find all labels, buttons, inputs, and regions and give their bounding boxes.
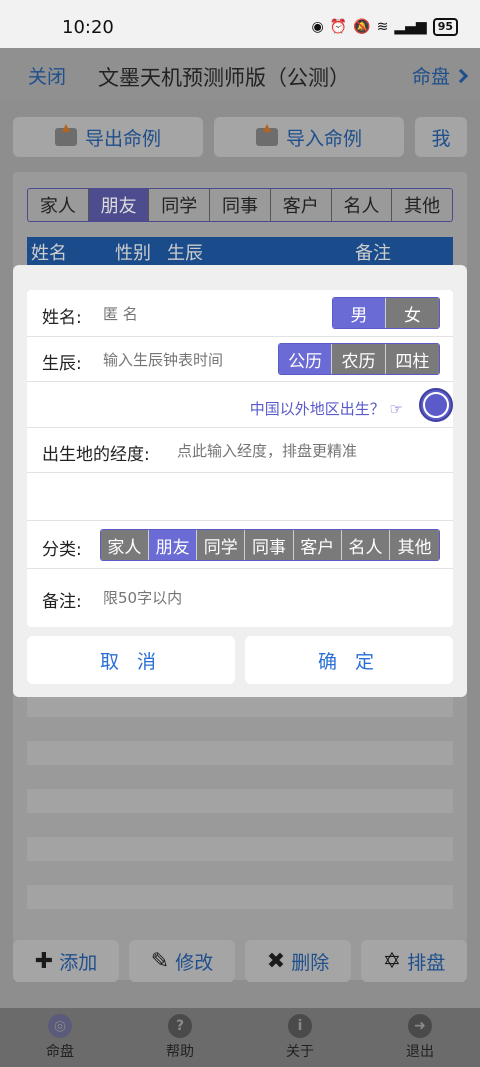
cross-icon: ✖ bbox=[266, 948, 286, 974]
tab-chart[interactable]: ◎ 命盘 bbox=[20, 1014, 100, 1061]
category-filter-item[interactable]: 朋友 bbox=[88, 189, 150, 221]
export-icon bbox=[54, 124, 77, 146]
category-option[interactable]: 其他 bbox=[390, 530, 439, 560]
plus-icon: ✚ bbox=[34, 948, 54, 974]
case-rows bbox=[27, 693, 453, 933]
longitude-label: 出生地的经度: bbox=[42, 445, 150, 465]
new-case-dialog: 姓名: 男 女 生辰: 公历 农历 四柱 中国以外地区出生？ ☞ 出生地的经度: bbox=[13, 265, 467, 697]
birth-input[interactable] bbox=[103, 348, 283, 372]
category-filter: 家人 朋友 同学 同事 客户 名人 其他 bbox=[27, 188, 453, 222]
mute-icon: 🔕 bbox=[353, 19, 371, 35]
category-row: 分类: 家人 朋友 同学 同事 客户 名人 其他 bbox=[27, 521, 453, 569]
import-icon bbox=[255, 124, 278, 146]
category-filter-item[interactable]: 名人 bbox=[332, 189, 393, 221]
calendar-solar[interactable]: 公历 bbox=[279, 344, 333, 374]
tab-exit[interactable]: ➜ 退出 bbox=[380, 1014, 460, 1061]
delete-button[interactable]: ✖ 删除 bbox=[245, 940, 351, 982]
category-option[interactable]: 同学 bbox=[197, 530, 246, 560]
pencil-icon: ✎ bbox=[150, 948, 170, 974]
birth-row: 生辰: 公历 农历 四柱 bbox=[27, 337, 453, 382]
column-name: 姓名 bbox=[31, 243, 67, 264]
category-option[interactable]: 家人 bbox=[101, 530, 149, 560]
abroad-row: 中国以外地区出生？ ☞ bbox=[27, 382, 453, 428]
wifi-icon: ≋ bbox=[376, 19, 389, 35]
arrange-button[interactable]: ✡ 排盘 bbox=[361, 940, 467, 982]
status-bar: 10:20 ◉ ⏰ 🔕 ≋ ▂▄▆ 95 bbox=[0, 0, 480, 48]
table-row[interactable] bbox=[27, 741, 453, 765]
exit-icon: ➜ bbox=[408, 1014, 432, 1038]
blank-row bbox=[27, 473, 453, 521]
table-header: 姓名 性别 生辰 备注 bbox=[27, 237, 453, 265]
star-icon: ✡ bbox=[382, 948, 402, 974]
edit-button[interactable]: ✎ 修改 bbox=[129, 940, 235, 982]
alarm-icon: ⏰ bbox=[329, 19, 348, 35]
longitude-input[interactable] bbox=[177, 439, 437, 463]
column-birth: 生辰 bbox=[167, 243, 203, 264]
add-button[interactable]: ✚ 添加 bbox=[13, 940, 119, 982]
category-filter-item[interactable]: 客户 bbox=[271, 189, 332, 221]
category-filter-item[interactable]: 同学 bbox=[149, 189, 211, 221]
category-label: 分类: bbox=[42, 540, 82, 560]
tab-help[interactable]: ? 帮助 bbox=[140, 1014, 220, 1061]
globe-icon[interactable] bbox=[419, 388, 453, 422]
import-button[interactable]: 导入命例 bbox=[214, 117, 404, 157]
category-option[interactable]: 朋友 bbox=[148, 530, 198, 560]
bottom-tab-bar: ◎ 命盘 ? 帮助 i 关于 ➜ 退出 bbox=[0, 1008, 480, 1067]
info-icon: i bbox=[288, 1014, 312, 1038]
category-filter-item[interactable]: 家人 bbox=[28, 189, 89, 221]
birth-label: 生辰: bbox=[42, 354, 82, 374]
abroad-birth-link[interactable]: 中国以外地区出生？ ☞ bbox=[250, 398, 403, 419]
chevron-right-icon bbox=[453, 68, 469, 84]
note-input[interactable] bbox=[103, 586, 423, 610]
category-select: 家人 朋友 同学 同事 客户 名人 其他 bbox=[100, 529, 440, 561]
signal-icon: ▂▄▆ bbox=[394, 19, 427, 35]
longitude-row: 出生地的经度: bbox=[27, 428, 453, 473]
top-bar: 关闭 文墨天机预测师版（公测） 命盘 bbox=[0, 48, 480, 100]
category-option[interactable]: 同事 bbox=[245, 530, 294, 560]
chart-nav-button[interactable]: 命盘 bbox=[412, 62, 469, 89]
case-form: 姓名: 男 女 生辰: 公历 农历 四柱 中国以外地区出生？ ☞ 出生地的经度: bbox=[27, 290, 453, 627]
note-row: 备注: bbox=[27, 569, 453, 627]
calendar-toggle: 公历 农历 四柱 bbox=[278, 343, 440, 375]
gender-toggle: 男 女 bbox=[332, 297, 440, 329]
tab-about[interactable]: i 关于 bbox=[260, 1014, 340, 1061]
column-note: 备注 bbox=[355, 243, 391, 264]
calendar-lunar[interactable]: 农历 bbox=[332, 344, 386, 374]
export-button[interactable]: 导出命例 bbox=[13, 117, 203, 157]
table-row[interactable] bbox=[27, 789, 453, 813]
calendar-pillars[interactable]: 四柱 bbox=[385, 344, 439, 374]
battery-icon: 95 bbox=[432, 18, 458, 36]
me-button[interactable]: 我 bbox=[415, 117, 467, 157]
gender-female[interactable]: 女 bbox=[386, 298, 439, 328]
category-option[interactable]: 客户 bbox=[293, 530, 342, 560]
name-label: 姓名: bbox=[42, 308, 82, 328]
confirm-button[interactable]: 确 定 bbox=[245, 636, 453, 684]
gender-male[interactable]: 男 bbox=[333, 298, 387, 328]
page-title: 文墨天机预测师版（公测） bbox=[98, 66, 350, 90]
category-filter-item[interactable]: 同事 bbox=[210, 189, 271, 221]
name-row: 姓名: 男 女 bbox=[27, 290, 453, 337]
help-icon: ? bbox=[168, 1014, 192, 1038]
table-row[interactable] bbox=[27, 837, 453, 861]
table-row[interactable] bbox=[27, 885, 453, 909]
cancel-button[interactable]: 取 消 bbox=[27, 636, 235, 684]
name-input[interactable] bbox=[103, 302, 303, 326]
note-label: 备注: bbox=[42, 592, 82, 612]
eye-icon: ◉ bbox=[311, 19, 324, 35]
status-icons: ◉ ⏰ 🔕 ≋ ▂▄▆ 95 bbox=[312, 18, 458, 36]
column-gender: 性别 bbox=[115, 243, 151, 264]
status-time: 10:20 bbox=[62, 17, 114, 38]
category-option[interactable]: 名人 bbox=[341, 530, 391, 560]
category-filter-item[interactable]: 其他 bbox=[392, 189, 452, 221]
close-button[interactable]: 关闭 bbox=[28, 62, 66, 89]
disc-icon: ◎ bbox=[48, 1014, 72, 1038]
